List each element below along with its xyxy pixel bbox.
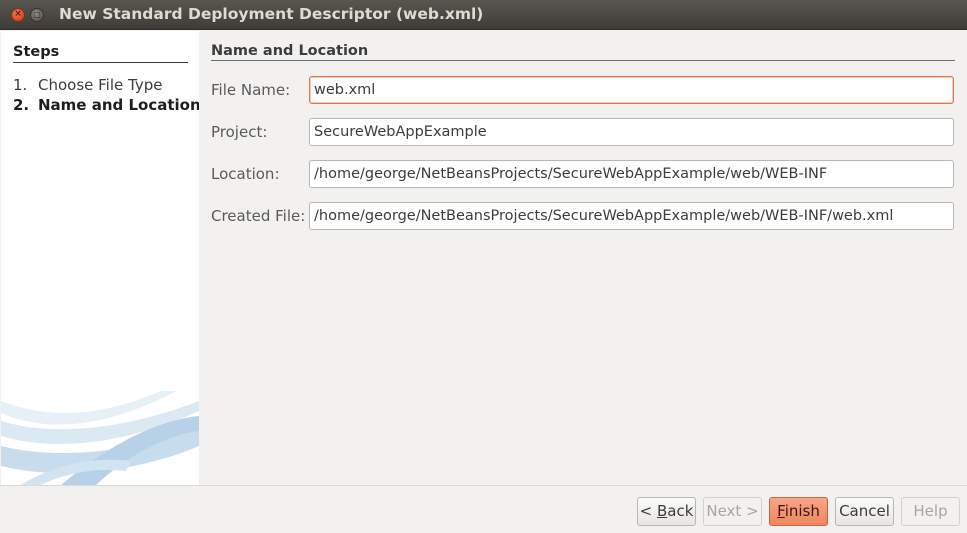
finish-button-label: inish [784, 502, 820, 520]
step-name-and-location: 2. Name and Location [13, 96, 199, 114]
title-bar: × □ New Standard Deployment Descriptor (… [0, 0, 967, 30]
maximize-window-button[interactable]: □ [30, 8, 44, 22]
help-button[interactable]: Help [901, 497, 960, 526]
finish-button[interactable]: Finish [769, 497, 828, 526]
step-number: 1. [13, 76, 28, 94]
close-icon: × [14, 9, 22, 19]
file-name-input[interactable] [309, 76, 954, 104]
finish-button-mnemonic: F [777, 502, 785, 520]
next-button[interactable]: Next > [703, 497, 762, 526]
steps-header: Steps [13, 44, 188, 63]
location-label: Location: [211, 165, 280, 183]
back-button-prefix: < [639, 502, 657, 520]
bottom-separator [0, 485, 967, 486]
created-file-field[interactable] [309, 202, 954, 230]
step-choose-file-type: 1. Choose File Type [13, 76, 162, 94]
file-name-label: File Name: [211, 81, 291, 99]
location-field[interactable] [309, 160, 954, 188]
steps-panel: Steps 1. Choose File Type 2. Name and Loca… [1, 31, 199, 485]
step-number: 2. [13, 96, 30, 114]
step-label: Choose File Type [38, 76, 163, 94]
back-button-label: ack [667, 502, 694, 520]
maximize-icon: □ [33, 10, 41, 19]
back-button[interactable]: < Back [637, 497, 696, 526]
panel-title: Name and Location [211, 43, 955, 61]
decorative-swoosh-graphic [1, 391, 199, 485]
created-file-label: Created File: [211, 207, 306, 225]
project-field[interactable] [309, 118, 954, 146]
back-button-mnemonic: B [656, 502, 668, 520]
project-label: Project: [211, 123, 268, 141]
cancel-button[interactable]: Cancel [835, 497, 894, 526]
step-label: Name and Location [38, 96, 199, 114]
window-title: New Standard Deployment Descriptor (web.… [59, 5, 484, 23]
close-window-button[interactable]: × [11, 8, 25, 22]
